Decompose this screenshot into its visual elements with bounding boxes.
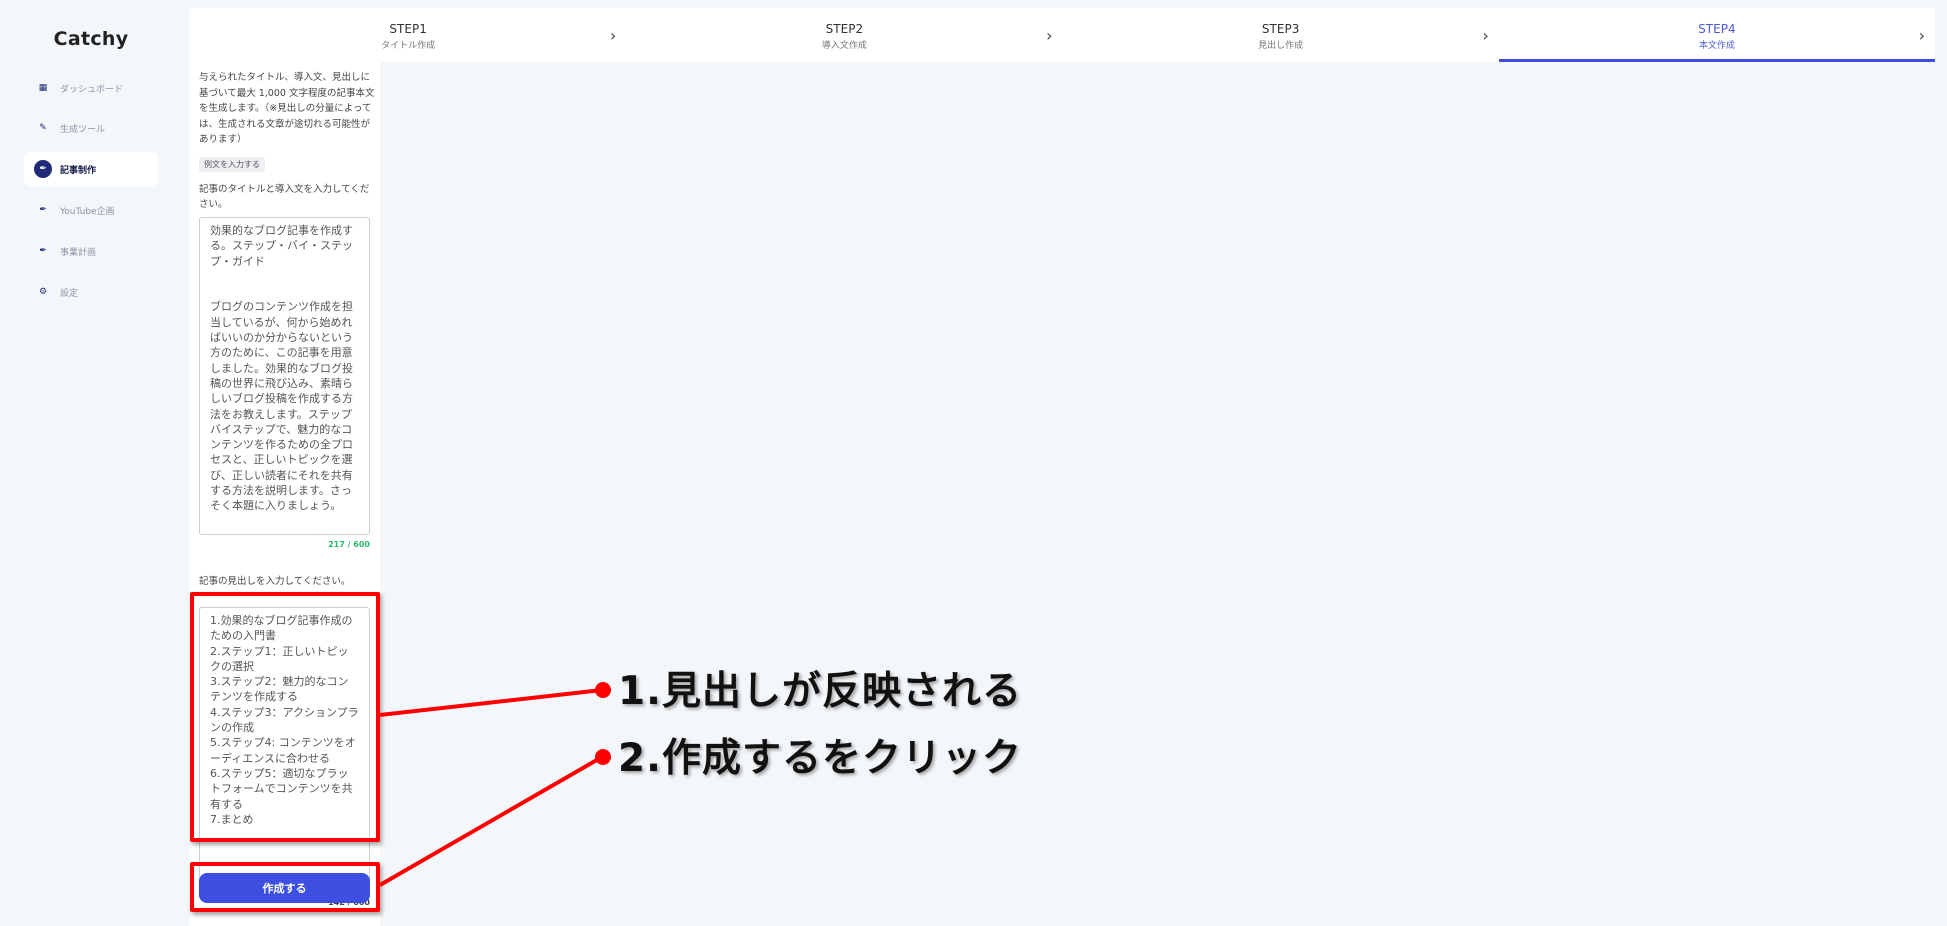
connector-dot-2: [595, 749, 611, 765]
connector-dot-1: [595, 682, 611, 698]
callout-text-1: 1.見出しが反映される: [618, 669, 1022, 714]
connector-line-2: [379, 755, 603, 887]
connector-line-1: [379, 688, 603, 717]
callout-text-2: 2.作成するをクリック: [618, 736, 1022, 781]
annotation-connector-lines: [379, 682, 611, 887]
